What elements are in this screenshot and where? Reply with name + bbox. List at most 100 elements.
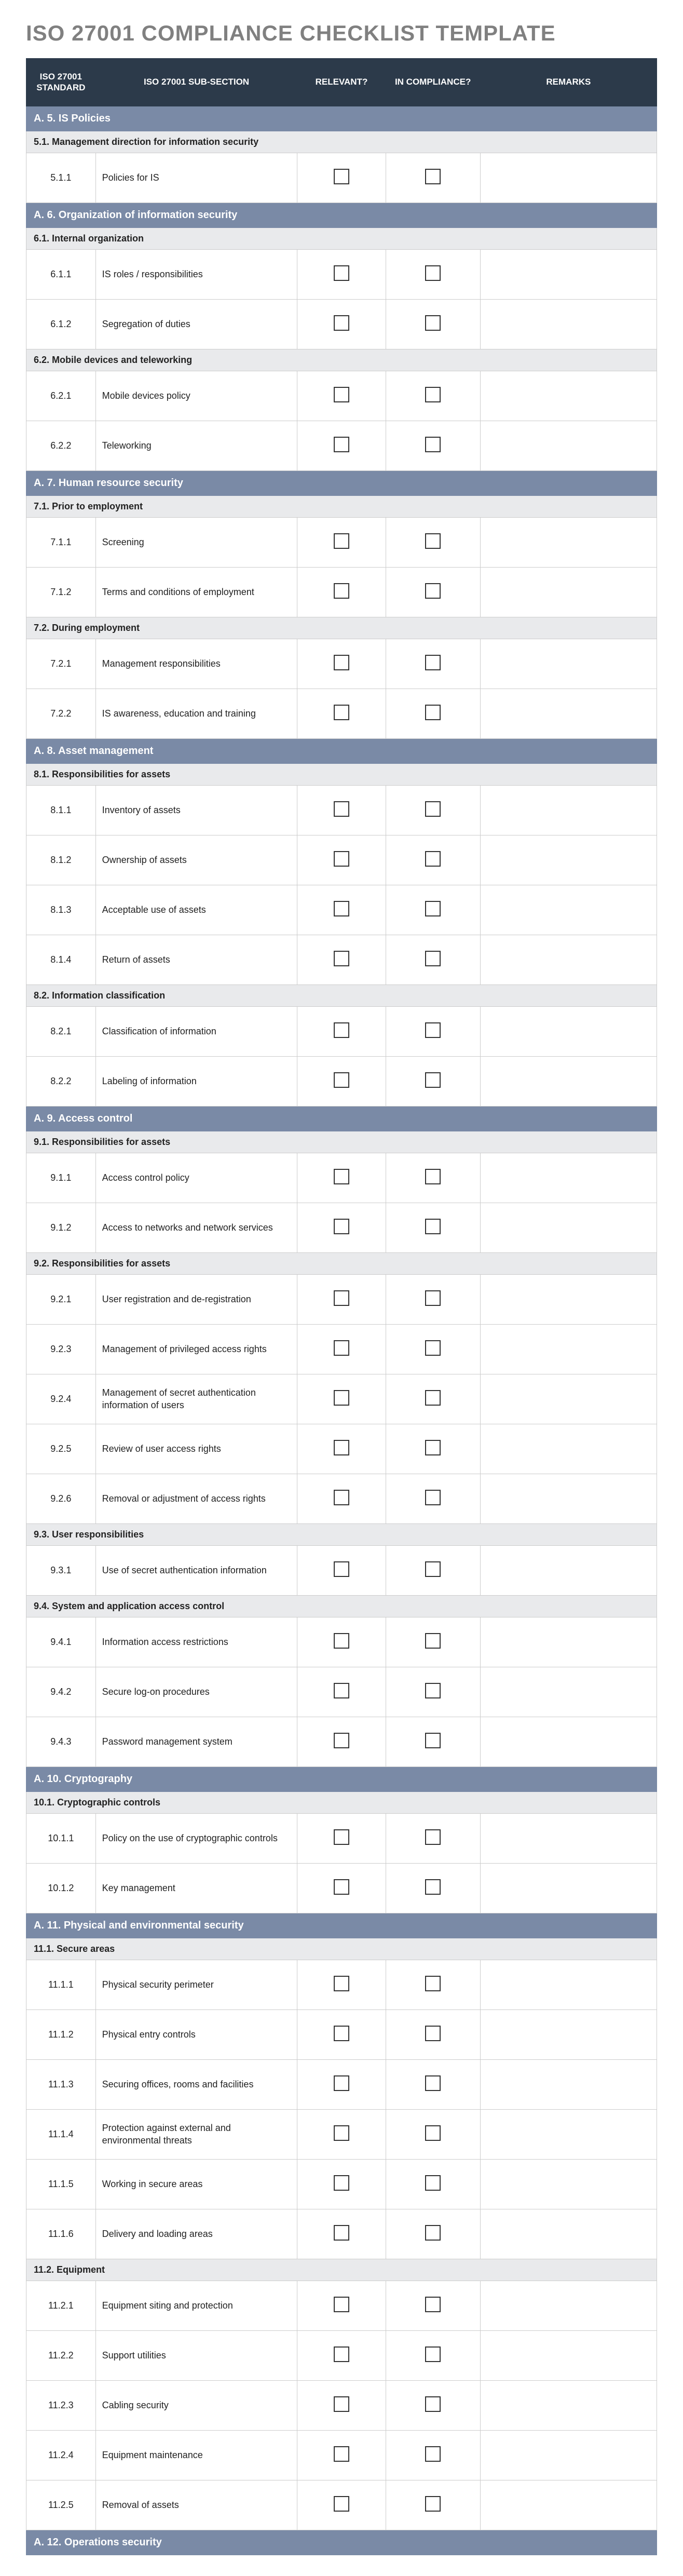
compliance-checkbox[interactable] bbox=[425, 851, 441, 867]
compliance-checkbox[interactable] bbox=[425, 901, 441, 916]
remarks-cell[interactable] bbox=[480, 1813, 657, 1863]
remarks-cell[interactable] bbox=[480, 1863, 657, 1913]
remarks-cell[interactable] bbox=[480, 2330, 657, 2380]
relevant-checkbox[interactable] bbox=[334, 1169, 349, 1184]
relevant-checkbox[interactable] bbox=[334, 655, 349, 670]
compliance-checkbox[interactable] bbox=[425, 1561, 441, 1577]
relevant-checkbox[interactable] bbox=[334, 169, 349, 184]
relevant-checkbox[interactable] bbox=[334, 901, 349, 916]
relevant-checkbox[interactable] bbox=[334, 1390, 349, 1406]
remarks-cell[interactable] bbox=[480, 567, 657, 617]
compliance-checkbox[interactable] bbox=[425, 2396, 441, 2412]
relevant-checkbox[interactable] bbox=[334, 315, 349, 331]
compliance-checkbox[interactable] bbox=[425, 951, 441, 966]
remarks-cell[interactable] bbox=[480, 1617, 657, 1667]
relevant-checkbox[interactable] bbox=[334, 2026, 349, 2041]
compliance-checkbox[interactable] bbox=[425, 315, 441, 331]
remarks-cell[interactable] bbox=[480, 1274, 657, 1324]
remarks-cell[interactable] bbox=[480, 835, 657, 885]
remarks-cell[interactable] bbox=[480, 1960, 657, 2009]
compliance-checkbox[interactable] bbox=[425, 2446, 441, 2462]
compliance-checkbox[interactable] bbox=[425, 437, 441, 452]
compliance-checkbox[interactable] bbox=[425, 1022, 441, 1038]
remarks-cell[interactable] bbox=[480, 421, 657, 470]
compliance-checkbox[interactable] bbox=[425, 2225, 441, 2241]
compliance-checkbox[interactable] bbox=[425, 1219, 441, 1234]
compliance-checkbox[interactable] bbox=[425, 1340, 441, 1356]
compliance-checkbox[interactable] bbox=[425, 2297, 441, 2312]
remarks-cell[interactable] bbox=[480, 517, 657, 567]
relevant-checkbox[interactable] bbox=[334, 533, 349, 549]
relevant-checkbox[interactable] bbox=[334, 2446, 349, 2462]
compliance-checkbox[interactable] bbox=[425, 1683, 441, 1698]
relevant-checkbox[interactable] bbox=[334, 2396, 349, 2412]
relevant-checkbox[interactable] bbox=[334, 2297, 349, 2312]
remarks-cell[interactable] bbox=[480, 1474, 657, 1523]
remarks-cell[interactable] bbox=[480, 299, 657, 349]
remarks-cell[interactable] bbox=[480, 1056, 657, 1106]
remarks-cell[interactable] bbox=[480, 1006, 657, 1056]
relevant-checkbox[interactable] bbox=[334, 1829, 349, 1845]
compliance-checkbox[interactable] bbox=[425, 1169, 441, 1184]
remarks-cell[interactable] bbox=[480, 2430, 657, 2480]
relevant-checkbox[interactable] bbox=[334, 1290, 349, 1306]
relevant-checkbox[interactable] bbox=[334, 705, 349, 720]
remarks-cell[interactable] bbox=[480, 2380, 657, 2430]
relevant-checkbox[interactable] bbox=[334, 2075, 349, 2091]
relevant-checkbox[interactable] bbox=[334, 2175, 349, 2191]
relevant-checkbox[interactable] bbox=[334, 387, 349, 402]
relevant-checkbox[interactable] bbox=[334, 801, 349, 817]
remarks-cell[interactable] bbox=[480, 371, 657, 421]
relevant-checkbox[interactable] bbox=[334, 2225, 349, 2241]
compliance-checkbox[interactable] bbox=[425, 1633, 441, 1649]
remarks-cell[interactable] bbox=[480, 2009, 657, 2059]
compliance-checkbox[interactable] bbox=[425, 1733, 441, 1748]
compliance-checkbox[interactable] bbox=[425, 1440, 441, 1455]
compliance-checkbox[interactable] bbox=[425, 533, 441, 549]
compliance-checkbox[interactable] bbox=[425, 2346, 441, 2362]
remarks-cell[interactable] bbox=[480, 639, 657, 689]
compliance-checkbox[interactable] bbox=[425, 387, 441, 402]
relevant-checkbox[interactable] bbox=[334, 437, 349, 452]
remarks-cell[interactable] bbox=[480, 2281, 657, 2330]
compliance-checkbox[interactable] bbox=[425, 801, 441, 817]
relevant-checkbox[interactable] bbox=[334, 1340, 349, 1356]
relevant-checkbox[interactable] bbox=[334, 1440, 349, 1455]
remarks-cell[interactable] bbox=[480, 1374, 657, 1424]
remarks-cell[interactable] bbox=[480, 785, 657, 835]
remarks-cell[interactable] bbox=[480, 153, 657, 203]
relevant-checkbox[interactable] bbox=[334, 2346, 349, 2362]
relevant-checkbox[interactable] bbox=[334, 1976, 349, 1991]
relevant-checkbox[interactable] bbox=[334, 2125, 349, 2141]
compliance-checkbox[interactable] bbox=[425, 2125, 441, 2141]
compliance-checkbox[interactable] bbox=[425, 1976, 441, 1991]
relevant-checkbox[interactable] bbox=[334, 1633, 349, 1649]
remarks-cell[interactable] bbox=[480, 1324, 657, 1374]
relevant-checkbox[interactable] bbox=[334, 1219, 349, 1234]
compliance-checkbox[interactable] bbox=[425, 2075, 441, 2091]
remarks-cell[interactable] bbox=[480, 689, 657, 738]
remarks-cell[interactable] bbox=[480, 1545, 657, 1595]
compliance-checkbox[interactable] bbox=[425, 2026, 441, 2041]
compliance-checkbox[interactable] bbox=[425, 1879, 441, 1895]
compliance-checkbox[interactable] bbox=[425, 2175, 441, 2191]
compliance-checkbox[interactable] bbox=[425, 1390, 441, 1406]
relevant-checkbox[interactable] bbox=[334, 1072, 349, 1088]
relevant-checkbox[interactable] bbox=[334, 1561, 349, 1577]
compliance-checkbox[interactable] bbox=[425, 2496, 441, 2512]
compliance-checkbox[interactable] bbox=[425, 169, 441, 184]
remarks-cell[interactable] bbox=[480, 885, 657, 935]
relevant-checkbox[interactable] bbox=[334, 1683, 349, 1698]
remarks-cell[interactable] bbox=[480, 2109, 657, 2159]
relevant-checkbox[interactable] bbox=[334, 1490, 349, 1505]
relevant-checkbox[interactable] bbox=[334, 851, 349, 867]
compliance-checkbox[interactable] bbox=[425, 265, 441, 281]
remarks-cell[interactable] bbox=[480, 2159, 657, 2209]
compliance-checkbox[interactable] bbox=[425, 583, 441, 599]
remarks-cell[interactable] bbox=[480, 2059, 657, 2109]
compliance-checkbox[interactable] bbox=[425, 1290, 441, 1306]
relevant-checkbox[interactable] bbox=[334, 1733, 349, 1748]
compliance-checkbox[interactable] bbox=[425, 1829, 441, 1845]
compliance-checkbox[interactable] bbox=[425, 655, 441, 670]
remarks-cell[interactable] bbox=[480, 2209, 657, 2259]
